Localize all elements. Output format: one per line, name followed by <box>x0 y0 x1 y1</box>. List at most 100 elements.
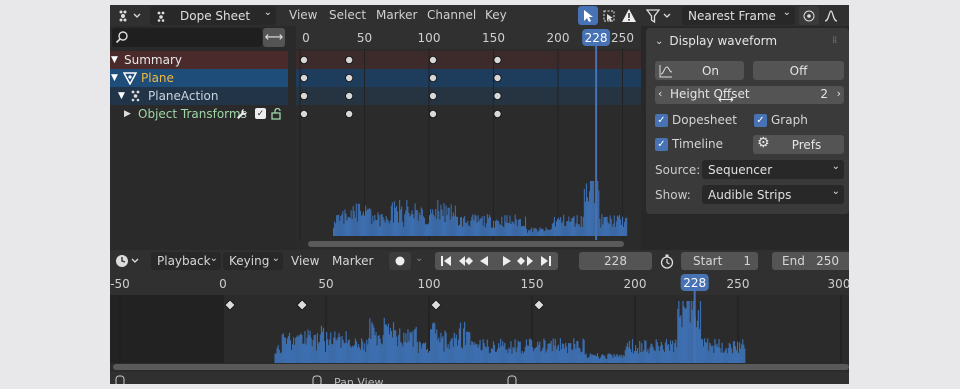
timeline-main-area[interactable]: -50 0 50 100 150 200 250 300 228 Pan View <box>110 272 849 384</box>
show-dropdown[interactable]: Audible Strips ⌄ <box>702 185 844 204</box>
horizontal-scrollbar[interactable] <box>113 364 849 370</box>
waveform-bar <box>550 228 552 236</box>
source-dropdown[interactable]: Sequencer ⌄ <box>702 160 844 179</box>
height-offset-slider[interactable]: ‹ Height Offset 2 › <box>655 86 844 104</box>
waveform-bar <box>606 358 608 363</box>
graph-checkbox[interactable]: ✓ <box>754 113 767 127</box>
channel-search-input[interactable] <box>112 28 262 47</box>
keyframe-point[interactable] <box>493 110 502 119</box>
editor-mode-dropdown[interactable]: Dope Sheet ⌄ <box>150 6 276 25</box>
menu-key[interactable]: Key <box>485 5 507 26</box>
only-selected-icon[interactable] <box>578 6 598 25</box>
keyframe-point[interactable] <box>428 92 437 101</box>
menu-channel[interactable]: Channel <box>427 5 476 26</box>
wrench-icon[interactable] <box>236 108 248 120</box>
menu-select[interactable]: Select <box>329 5 366 26</box>
expand-arrow-icon[interactable]: ▼ <box>111 51 118 69</box>
waveform-bar <box>597 356 600 363</box>
menu-view[interactable]: View <box>289 5 317 26</box>
start-frame-field[interactable]: Start 1 <box>681 252 758 270</box>
show-hidden-icon[interactable] <box>599 6 619 25</box>
menu-marker[interactable]: Marker <box>376 5 417 26</box>
channel-search-field[interactable] <box>132 29 258 45</box>
chevron-down-icon[interactable]: ⌄ <box>655 36 663 47</box>
panel-header[interactable]: ⌄ Display waveform <box>655 32 777 50</box>
channel-object-transforms[interactable]: ▶ Object Transforms ✓ <box>110 105 288 123</box>
prev-keyframe-icon[interactable] <box>459 256 473 266</box>
keyframe-point[interactable] <box>300 74 308 83</box>
jump-end-icon[interactable] <box>541 256 551 266</box>
keyframe-point[interactable] <box>300 110 308 119</box>
jump-start-icon[interactable] <box>441 256 451 266</box>
expand-arrow-icon[interactable]: ▼ <box>111 69 118 87</box>
keyframe-point[interactable] <box>428 74 437 83</box>
current-frame-field[interactable]: 228 <box>579 252 652 270</box>
waveform-bar <box>721 342 723 363</box>
dopesheet-main-area[interactable]: 0 50 100 150 200 250228 <box>296 26 641 250</box>
waveform-toggle-icon[interactable] <box>655 61 677 80</box>
swap-arrows-icon[interactable]: ⟷ <box>263 28 285 47</box>
stopwatch-icon[interactable] <box>657 252 677 270</box>
keyframe-point[interactable] <box>493 74 502 83</box>
keyframe-point[interactable] <box>493 55 502 64</box>
timeline-checkbox[interactable]: ✓ <box>655 137 668 151</box>
timeline-view-menu[interactable]: View <box>291 254 319 268</box>
channel-plane[interactable]: ▼ Plane <box>110 69 288 87</box>
waveform-bar <box>517 340 519 363</box>
keyframe-point[interactable] <box>300 55 308 64</box>
timeline-marker-menu[interactable]: Marker <box>332 254 373 268</box>
next-keyframe-icon[interactable] <box>517 256 533 266</box>
keyframe-point[interactable] <box>345 55 354 64</box>
waveform-bar <box>463 217 465 236</box>
drag-handle-icon[interactable]: ⁞⁞ <box>832 35 837 46</box>
keyframe-point[interactable] <box>300 92 308 101</box>
increment-arrow-icon[interactable]: › <box>837 87 841 100</box>
waveform-bar <box>383 219 385 236</box>
filter-icon[interactable] <box>645 6 675 25</box>
keyframe-point[interactable] <box>345 74 354 83</box>
play-reverse-icon[interactable] <box>480 256 488 266</box>
clock-editor-icon[interactable] <box>114 252 144 270</box>
editor-type-icon[interactable] <box>116 7 144 24</box>
keyframe-point[interactable] <box>345 110 354 119</box>
on-button[interactable]: On <box>677 61 744 80</box>
waveform-bar <box>598 358 601 363</box>
play-icon[interactable] <box>503 256 511 266</box>
keying-menu[interactable]: Keying ⌄ <box>223 252 283 270</box>
lock-icon[interactable] <box>270 108 284 120</box>
waveform-bar <box>498 343 500 363</box>
channel-action[interactable]: ▼ PlaneAction <box>110 87 288 105</box>
keyframe-point[interactable] <box>345 92 354 101</box>
chevron-down-icon[interactable]: ⌄ <box>415 253 423 264</box>
auto-keying-icon[interactable] <box>389 252 411 270</box>
graph-checkbox-row[interactable]: ✓ Graph <box>754 111 808 129</box>
dopesheet-checkbox[interactable]: ✓ <box>655 113 668 127</box>
playback-menu[interactable]: Playback ⌄ <box>151 252 221 270</box>
only-errors-icon[interactable] <box>619 6 639 25</box>
waveform-bar <box>701 339 704 363</box>
channel-summary[interactable]: ▼ Summary <box>110 51 288 69</box>
waveform-bar <box>625 346 627 363</box>
keyframe-point[interactable] <box>428 110 437 119</box>
waveform-bar <box>302 344 304 363</box>
end-frame-field[interactable]: End 250 <box>772 252 849 270</box>
horizontal-scrollbar[interactable] <box>308 241 624 247</box>
snap-mode-dropdown[interactable]: Nearest Frame ⌄ <box>682 6 795 25</box>
falloff-curve-icon[interactable] <box>821 6 841 25</box>
proportional-editing-icon[interactable] <box>799 6 819 25</box>
dopesheet-checkbox-row[interactable]: ✓ Dopesheet <box>655 111 737 129</box>
prefs-button[interactable]: ⚙ Prefs <box>753 135 844 154</box>
mute-checkbox-icon[interactable]: ✓ <box>255 108 266 119</box>
decrement-arrow-icon[interactable]: ‹ <box>658 87 662 100</box>
keyframe-point[interactable] <box>493 92 502 101</box>
off-button[interactable]: Off <box>753 61 844 80</box>
keyframe-point[interactable] <box>428 55 437 64</box>
waveform-bar <box>709 342 711 363</box>
expand-arrow-icon[interactable]: ▼ <box>118 87 125 105</box>
timeline-checkbox-row[interactable]: ✓ Timeline <box>655 135 723 153</box>
waveform-bar <box>543 338 545 363</box>
expand-arrow-icon[interactable]: ▶ <box>124 105 131 123</box>
waveform-bar <box>549 229 551 236</box>
transforms-label: Object Transforms <box>138 107 247 121</box>
waveform-bar <box>442 215 444 236</box>
